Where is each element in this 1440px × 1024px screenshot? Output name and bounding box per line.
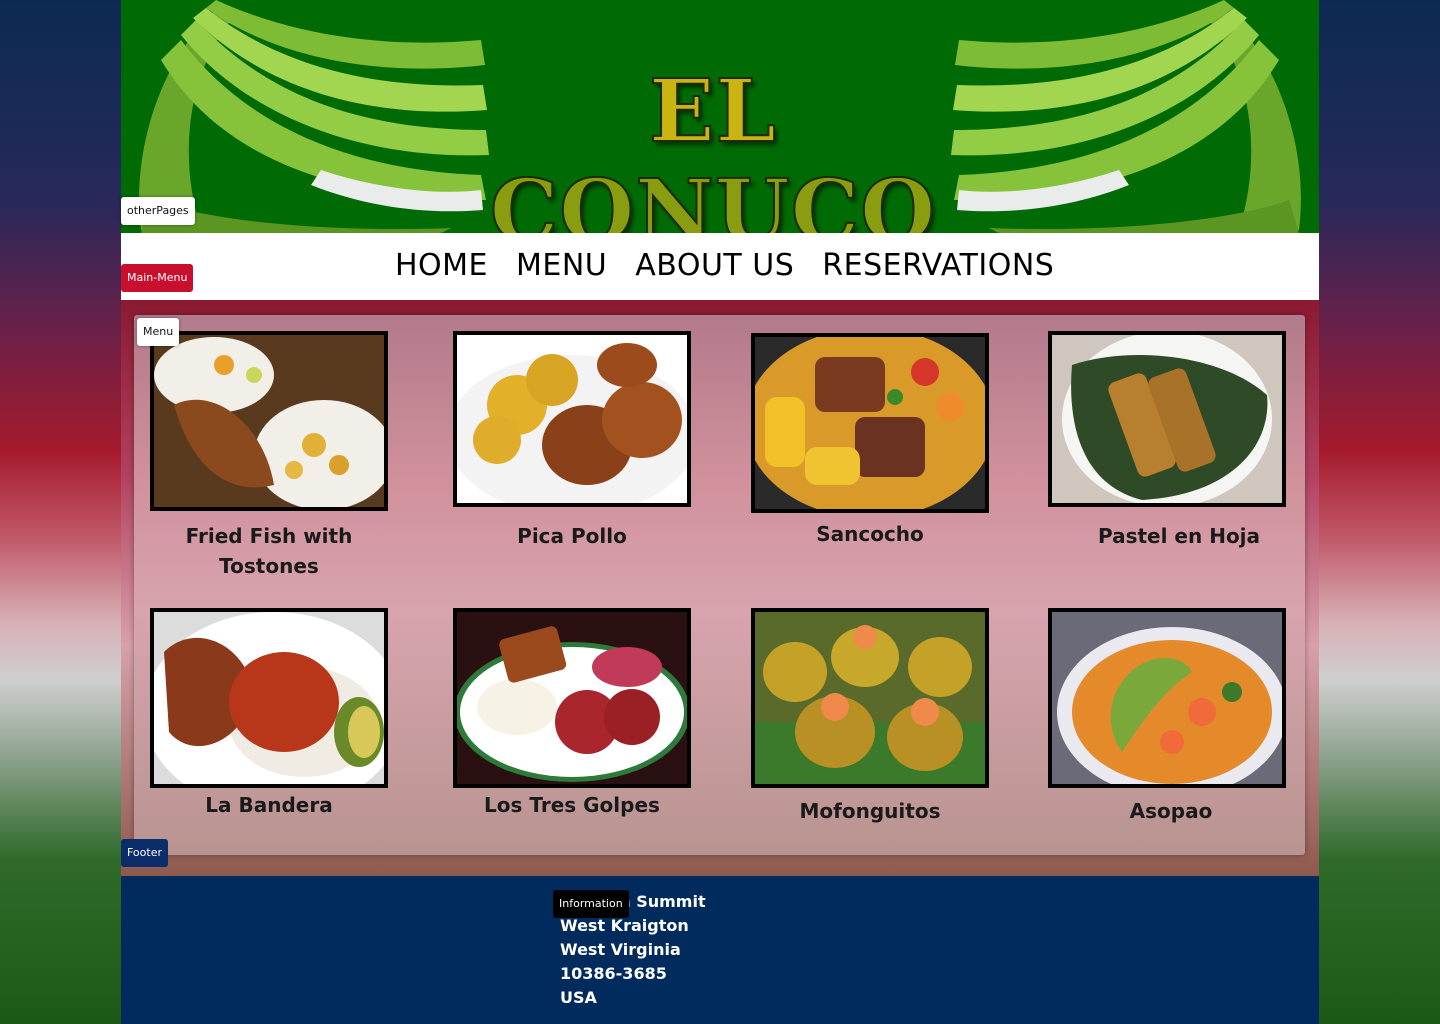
dish-name: Asopao [1129,799,1213,823]
main-nav: HOME MENU ABOUT US RESERVATIONS [121,233,1319,301]
dish-name: Los Tres Golpes [484,793,660,817]
dish-photo-mofonguitos[interactable] [751,608,989,788]
logo-word-conuco: CONUCO [489,161,937,234]
information-tag: Information [553,890,629,918]
nav-link-about-us[interactable]: ABOUT US [635,245,794,287]
address-line: USA [560,988,597,1007]
dish-photo-sancocho[interactable] [751,333,989,513]
dish-name: Pica Pollo [517,524,627,548]
nav-link-home[interactable]: HOME [395,245,488,287]
site-header: EL CONUCO [121,0,1319,233]
menu-section: Fried Fish with Tostones Pica Pollo Sanc… [121,300,1319,876]
nav-link-menu[interactable]: MENU [516,245,607,287]
dish-name: Sancocho [816,522,924,546]
menu-tag: Menu [137,318,180,346]
site-footer: Chelsea Summit West Kraigton West Virgin… [121,876,1319,1024]
dish-card[interactable]: La Bandera [150,608,388,820]
dish-name: Fried Fish with Tostones [185,524,353,578]
address-line: West Virginia [560,940,681,959]
dish-card[interactable]: Pica Pollo [453,331,691,551]
logo-word-el: EL [648,61,778,163]
nav-link-reservations[interactable]: RESERVATIONS [822,245,1054,287]
dish-name: Pastel en Hoja [1097,524,1261,548]
dish-photo-fried-fish[interactable] [150,331,388,511]
nav-links: HOME MENU ABOUT US RESERVATIONS [395,245,1054,287]
other-pages-tag: otherPages [121,197,195,225]
dish-name: Mofonguitos [799,799,941,823]
dish-photo-pica-pollo[interactable] [453,331,691,507]
dish-card[interactable]: Mofonguitos [751,608,989,826]
page: EL CONUCO otherPages HOME MENU ABOUT US … [121,0,1319,1024]
dish-card[interactable]: Asopao [1048,608,1294,826]
dish-card[interactable]: Sancocho [751,333,989,549]
dish-name: La Bandera [205,793,333,817]
plantain-bunch-image [951,0,1301,233]
site-logo[interactable]: EL CONUCO [453,61,973,234]
dish-card[interactable]: Los Tres Golpes [453,608,691,820]
dish-photo-pastel-en-hoja[interactable] [1048,331,1286,507]
footer-tag: Footer [121,839,168,867]
dish-photo-la-bandera[interactable] [150,608,388,788]
main-menu-tag: Main-Menu [121,264,194,292]
dish-photo-asopao[interactable] [1048,608,1286,788]
dish-photo-los-tres-golpes[interactable] [453,608,691,788]
address-line: 10386-3685 [560,964,667,983]
dish-card[interactable]: Fried Fish with Tostones [150,331,388,581]
dish-card[interactable]: Pastel en Hoja [1048,331,1310,551]
menu-panel: Fried Fish with Tostones Pica Pollo Sanc… [134,315,1305,855]
